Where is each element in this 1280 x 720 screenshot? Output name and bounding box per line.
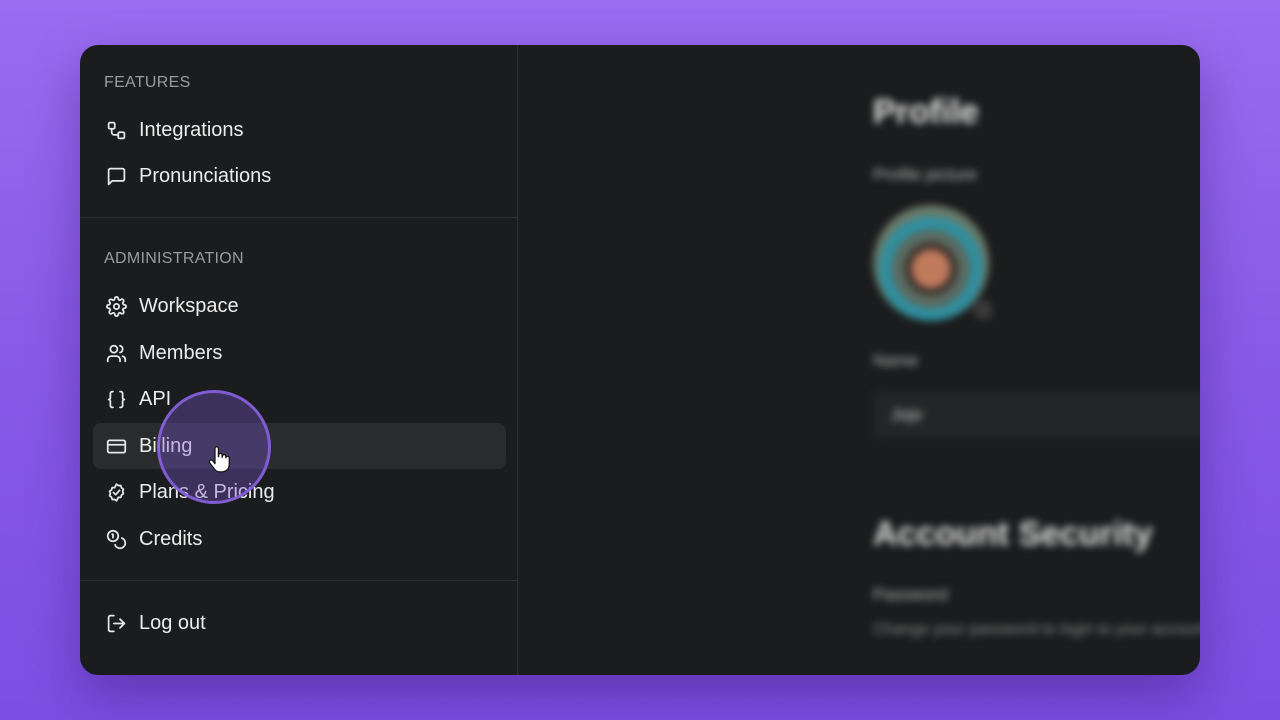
sidebar-item-integrations[interactable]: Integrations <box>93 107 506 153</box>
section-label-administration: ADMINISTRATION <box>104 250 244 267</box>
sidebar-item-label: Workspace <box>139 294 239 317</box>
logout-label: Log out <box>139 611 206 634</box>
badge-check-icon <box>105 481 127 503</box>
name-value: Jojo <box>891 405 923 424</box>
sidebar-item-plans-pricing[interactable]: Plans & Pricing <box>93 469 506 515</box>
profile-panel: Profile Profile picture Name Jojo Accoun… <box>873 45 1200 675</box>
sidebar-item-label: Members <box>139 341 223 364</box>
sidebar-item-label: API <box>139 387 172 410</box>
password-label: Password <box>873 585 948 604</box>
section-title-account-security: Account Security <box>873 515 1153 553</box>
sidebar-divider <box>80 580 518 581</box>
sidebar-item-pronunciations[interactable]: Pronunciations <box>93 153 506 199</box>
sidebar-item-credits[interactable]: Credits <box>93 516 506 562</box>
message-square-icon <box>105 165 127 187</box>
upload-icon[interactable] <box>973 300 993 320</box>
sidebar-item-billing[interactable]: Billing <box>93 423 506 469</box>
name-label: Name <box>873 351 919 370</box>
logout-button[interactable]: Log out <box>93 600 506 646</box>
credit-card-icon <box>105 435 127 457</box>
braces-icon <box>105 388 127 410</box>
sidebar: FEATURES Integrations Pronunciations ADM… <box>80 45 518 675</box>
sidebar-item-label: Credits <box>139 527 203 550</box>
main-content: Profile Profile picture Name Jojo Accoun… <box>518 45 1200 675</box>
sidebar-item-api[interactable]: API <box>93 376 506 422</box>
users-icon <box>105 342 127 364</box>
integrations-icon <box>105 119 127 141</box>
sidebar-item-workspace[interactable]: Workspace <box>93 283 506 329</box>
sidebar-item-label: Pronunciations <box>139 164 272 187</box>
page-title: Profile <box>873 93 979 131</box>
gear-icon <box>105 295 127 317</box>
profile-picture-label: Profile picture <box>873 165 977 184</box>
sidebar-divider <box>80 217 518 218</box>
log-out-icon <box>105 612 127 634</box>
coins-icon <box>105 528 127 550</box>
password-description: Change your password to login to your ac… <box>873 621 1200 638</box>
hand-pointer-icon <box>208 446 230 473</box>
app-window: FEATURES Integrations Pronunciations ADM… <box>80 45 1200 675</box>
sidebar-item-label: Integrations <box>139 118 244 141</box>
avatar[interactable] <box>873 205 989 321</box>
section-label-features: FEATURES <box>104 74 191 91</box>
sidebar-item-members[interactable]: Members <box>93 330 506 376</box>
